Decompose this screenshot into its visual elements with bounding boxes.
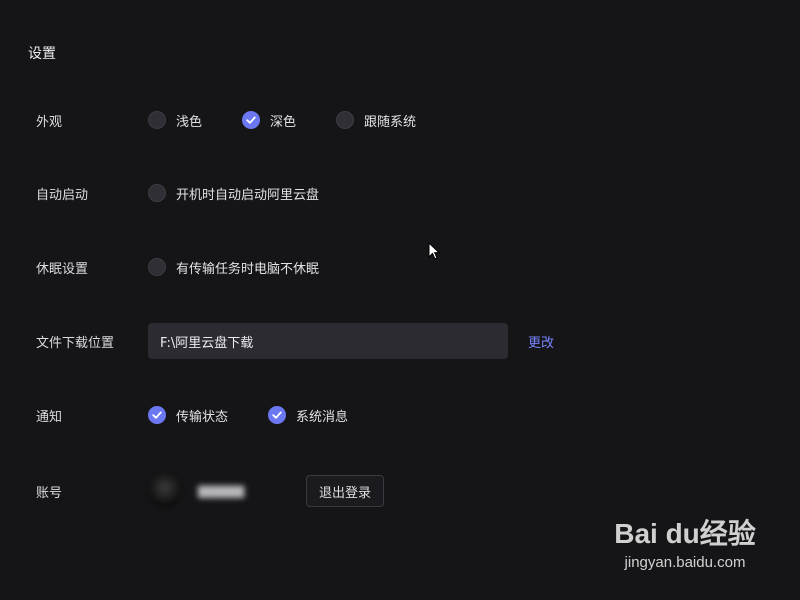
radio-unchecked-icon[interactable]: [148, 184, 166, 202]
radio-checked-icon[interactable]: [242, 111, 261, 129]
autostart-label: 自动启动: [36, 187, 89, 203]
checkbox-checked-icon[interactable]: [268, 406, 287, 424]
option-label: 开机时自动启动阿里云盘: [176, 187, 320, 203]
account-row: 账号 ▇▇▇▇▇ 退出登录: [36, 474, 776, 508]
notify-option-system[interactable]: 系统消息: [268, 406, 348, 425]
username-blurred: ▇▇▇▇▇: [198, 484, 245, 498]
autostart-row: 自动启动 开机时自动启动阿里云盘: [36, 178, 776, 208]
watermark-url: jingyan.baidu.com: [624, 554, 746, 571]
radio-unchecked-icon[interactable]: [336, 111, 355, 129]
autostart-option[interactable]: 开机时自动启动阿里云盘: [148, 184, 319, 203]
option-label: 传输状态: [176, 409, 229, 425]
account-label: 账号: [36, 485, 63, 501]
sleep-label: 休眠设置: [36, 261, 89, 277]
change-path-link[interactable]: 更改: [528, 332, 554, 351]
appearance-option-dark[interactable]: 深色: [242, 111, 296, 130]
notify-label: 通知: [36, 409, 63, 425]
download-path-value: F:\阿里云盘下载: [160, 335, 254, 351]
download-path-field[interactable]: F:\阿里云盘下载: [148, 323, 508, 359]
option-label: 系统消息: [296, 409, 349, 425]
appearance-option-light[interactable]: 浅色: [148, 111, 202, 130]
appearance-option-system[interactable]: 跟随系统: [336, 111, 416, 130]
radio-unchecked-icon[interactable]: [148, 258, 166, 276]
download-row: 文件下载位置 F:\阿里云盘下载 更改: [36, 323, 776, 359]
option-label: 有传输任务时电脑不休眠: [176, 261, 320, 277]
appearance-label: 外观: [36, 114, 63, 130]
option-label: 深色: [270, 114, 297, 130]
notify-row: 通知 传输状态 系统消息: [36, 400, 776, 430]
radio-unchecked-icon[interactable]: [148, 111, 166, 129]
settings-page: 设置 外观 浅色 深色 跟随系统 自动启动 开机时自动启动阿里云盘 休眠设置 有…: [0, 0, 800, 600]
checkbox-checked-icon[interactable]: [148, 406, 166, 424]
notify-option-transfer[interactable]: 传输状态: [148, 406, 228, 425]
baidu-watermark: Bai du经验 jingyan.baidu.com: [610, 512, 760, 582]
mouse-cursor-icon: [428, 242, 440, 260]
download-label: 文件下载位置: [36, 335, 115, 351]
sleep-row: 休眠设置 有传输任务时电脑不休眠: [36, 252, 776, 282]
sleep-option[interactable]: 有传输任务时电脑不休眠: [148, 258, 319, 277]
page-title: 设置: [28, 46, 56, 62]
watermark-logo: Bai du经验: [614, 518, 756, 549]
option-label: 浅色: [176, 114, 203, 130]
avatar: [148, 474, 182, 508]
logout-button[interactable]: 退出登录: [306, 475, 385, 507]
appearance-row: 外观 浅色 深色 跟随系统: [36, 105, 776, 135]
option-label: 跟随系统: [364, 114, 417, 130]
